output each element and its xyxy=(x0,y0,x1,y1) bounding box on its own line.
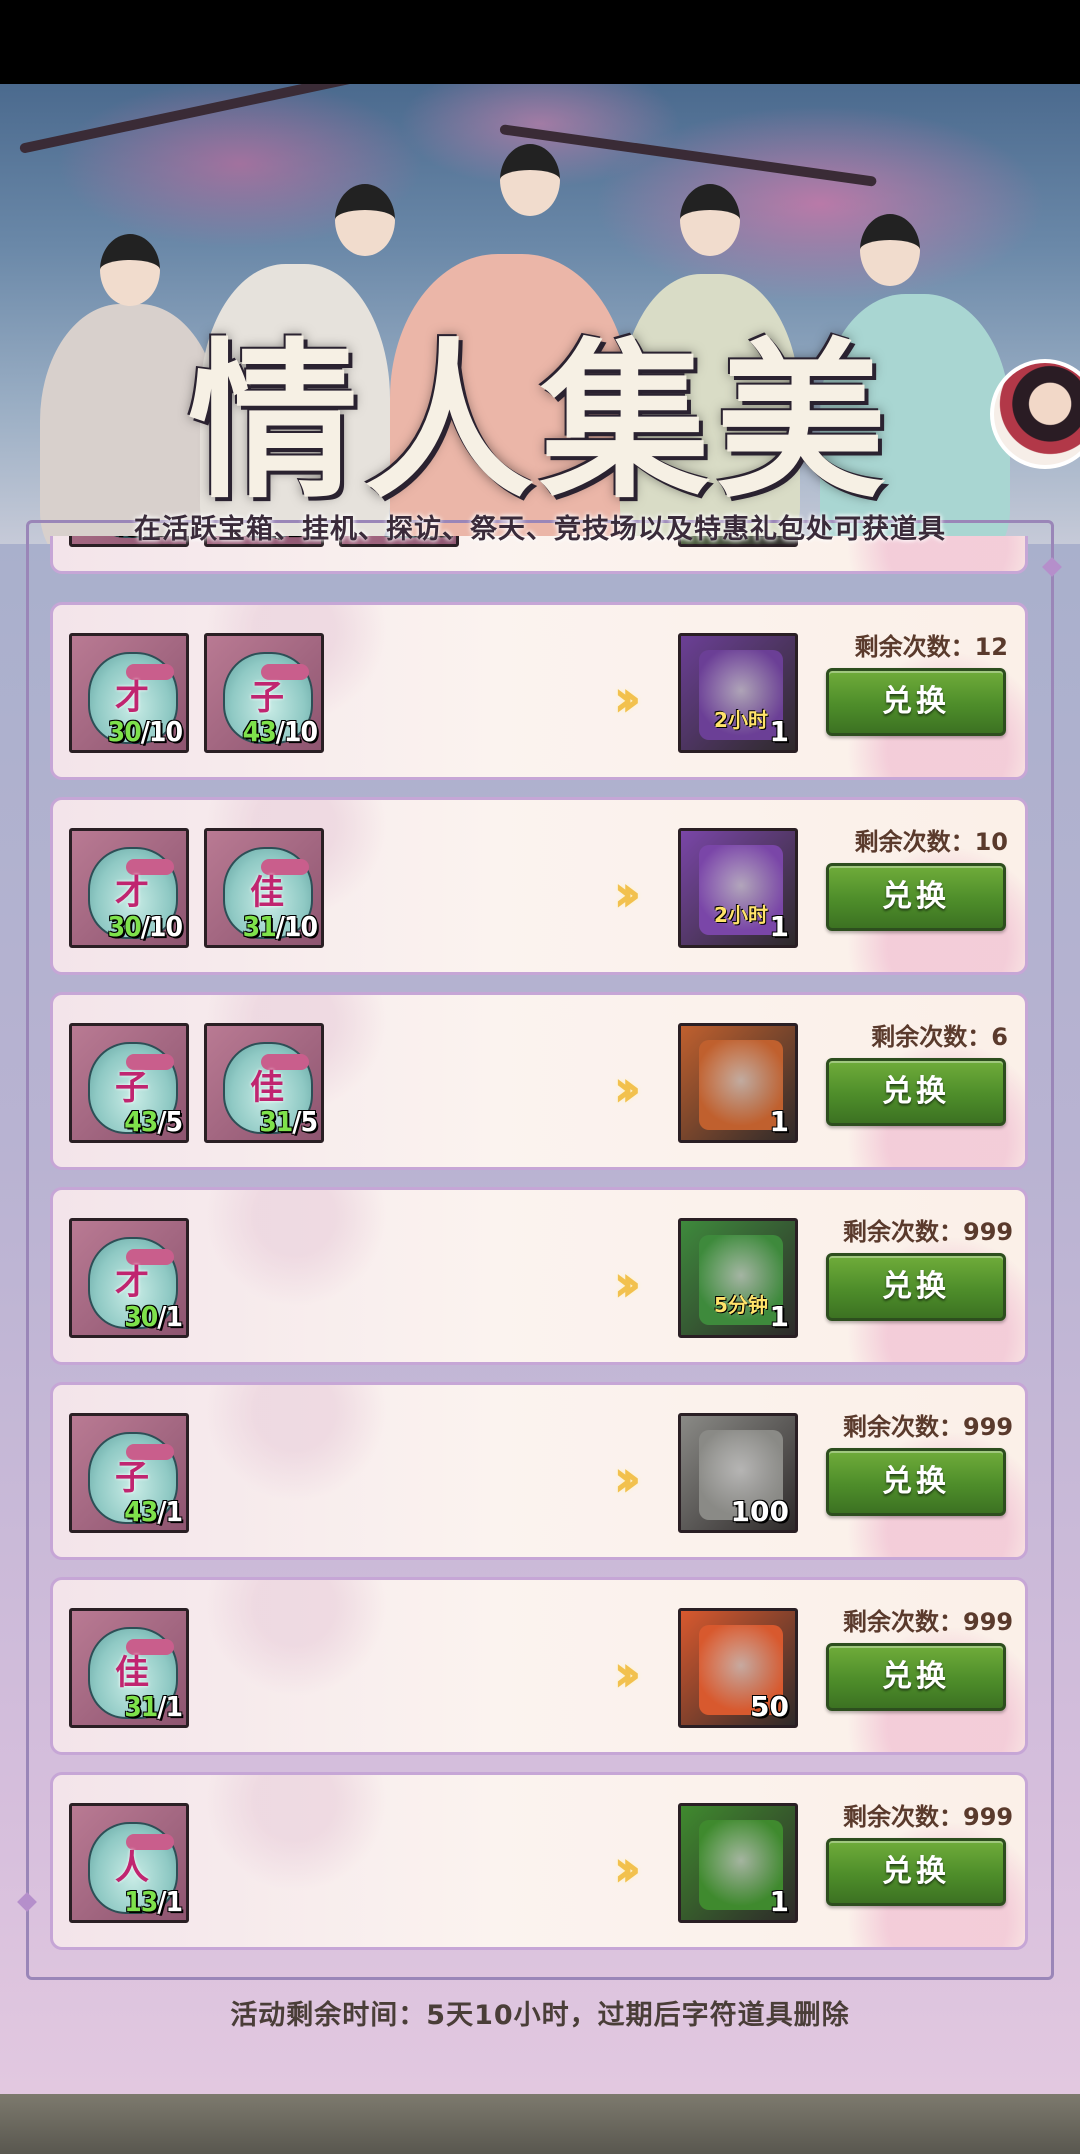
exchange-row: 才 30/1 ›› 5分钟 1 剩余次数：999 兑换 xyxy=(50,1187,1028,1365)
material-count: 43/10 xyxy=(242,715,318,748)
exchange-button[interactable]: 兑换 xyxy=(826,863,1006,931)
banner-subtitle: 在活跃宝箱、挂机、探访、祭天、竞技场以及特惠礼包处可获道具 xyxy=(134,514,946,545)
material-slot[interactable]: 子 43/5 xyxy=(69,1023,189,1143)
material-count: 31/5 xyxy=(259,1105,318,1138)
pouch-character: 佳 xyxy=(250,873,284,913)
exchange-button[interactable]: 兑换 xyxy=(826,1643,1006,1711)
double-chevron-right-icon: ›› xyxy=(613,1839,642,1899)
exchange-row: 才 30/10 佳 31/10 ›› 2小时 1 剩余次数：10 兑换 xyxy=(50,797,1028,975)
remaining-times: 剩余次数：999 xyxy=(843,1218,1014,1246)
reward-slot[interactable]: 1 xyxy=(678,1803,798,1923)
material-slot[interactable]: 才 30/10 xyxy=(69,633,189,753)
material-count: 43/1 xyxy=(124,1495,183,1528)
pouch-character: 才 xyxy=(115,678,149,718)
required-count: /10 xyxy=(275,715,318,748)
owned-count: 31 xyxy=(242,910,277,943)
exchange-button[interactable]: 兑换 xyxy=(826,1253,1006,1321)
owned-count: 31 xyxy=(259,1105,293,1138)
material-count: 30/1 xyxy=(124,1300,183,1333)
reward-count: 1 xyxy=(769,1300,789,1333)
material-count: 43/5 xyxy=(124,1105,183,1138)
reward-slot[interactable]: 1 xyxy=(678,1023,798,1143)
owned-count: 43 xyxy=(124,1495,158,1528)
owned-count: 43 xyxy=(242,715,277,748)
pouch-character: 才 xyxy=(115,1263,149,1303)
required-count: /10 xyxy=(275,910,318,943)
double-chevron-right-icon: ›› xyxy=(613,1449,642,1509)
reward-slot[interactable]: 50 xyxy=(678,1608,798,1728)
owned-count: 43 xyxy=(124,1105,158,1138)
reward-count: 1 xyxy=(769,1105,789,1138)
remaining-times: 剩余次数：999 xyxy=(843,1803,1014,1831)
owned-count: 30 xyxy=(124,1300,158,1333)
exchange-row: 佳 31/1 ›› 50 剩余次数：999 兑换 xyxy=(50,1577,1028,1755)
reward-slot[interactable]: 5分钟 1 xyxy=(678,1218,798,1338)
required-count: /1 xyxy=(157,1690,183,1723)
required-count: /1 xyxy=(157,1885,183,1918)
material-slot[interactable]: 子 43/10 xyxy=(204,633,324,753)
material-count: 31/1 xyxy=(124,1690,183,1723)
pouch-character: 子 xyxy=(115,1068,149,1108)
bottom-bar xyxy=(0,2094,1080,2154)
material-slot[interactable]: 佳 31/1 xyxy=(69,1608,189,1728)
material-slot[interactable]: 人 13/1 xyxy=(69,1803,189,1923)
exchange-row: 子 43/1 ›› 100 剩余次数：999 兑换 xyxy=(50,1382,1028,1560)
material-count: 31/10 xyxy=(242,910,318,943)
required-count: /1 xyxy=(157,1300,183,1333)
double-chevron-right-icon: ›› xyxy=(613,669,642,729)
exchange-button[interactable]: 兑换 xyxy=(826,1058,1006,1126)
pouch-character: 子 xyxy=(250,678,284,718)
event-remaining-time: 活动剩余时间：5天10小时，过期后字符道具删除 xyxy=(230,2000,850,2031)
double-chevron-right-icon: ›› xyxy=(613,1254,642,1314)
reward-count: 1 xyxy=(769,715,789,748)
owned-count: 31 xyxy=(124,1690,158,1723)
exchange-row: 子 43/5 佳 31/5 ›› 1 剩余次数：6 兑换 xyxy=(50,992,1028,1170)
pouch-character: 佳 xyxy=(250,1068,284,1108)
reward-count: 100 xyxy=(730,1495,789,1528)
material-count: 30/10 xyxy=(107,715,183,748)
remaining-times: 剩余次数：999 xyxy=(843,1413,1014,1441)
material-slot[interactable]: 子 43/1 xyxy=(69,1413,189,1533)
reward-slot[interactable]: 2小时 1 xyxy=(678,633,798,753)
reward-count: 1 xyxy=(769,1885,789,1918)
remaining-times: 剩余次数：6 xyxy=(871,1023,1008,1051)
exchange-list[interactable]: 43/1031/1013/2››10兑换才30/10子43/10››2小时1剩余… xyxy=(50,536,1030,1956)
material-count: 30/10 xyxy=(107,910,183,943)
exchange-row: 才 30/10 子 43/10 ›› 2小时 1 剩余次数：12 兑换 xyxy=(50,602,1028,780)
double-chevron-right-icon: ›› xyxy=(613,1059,642,1119)
owned-count: 30 xyxy=(107,715,142,748)
exchange-button[interactable]: 兑换 xyxy=(826,1838,1006,1906)
required-count: /10 xyxy=(140,910,183,943)
pouch-character: 人 xyxy=(115,1848,149,1888)
exchange-button[interactable]: 兑换 xyxy=(826,668,1006,736)
remaining-times: 剩余次数：999 xyxy=(843,1608,1014,1636)
pouch-character: 子 xyxy=(115,1458,149,1498)
owned-count: 30 xyxy=(107,910,142,943)
double-chevron-right-icon: ›› xyxy=(613,864,642,924)
material-slot[interactable]: 佳 31/5 xyxy=(204,1023,324,1143)
material-slot[interactable]: 佳 31/10 xyxy=(204,828,324,948)
remaining-times: 剩余次数：10 xyxy=(854,828,1008,856)
owned-count: 13 xyxy=(124,1885,158,1918)
remaining-times: 剩余次数：12 xyxy=(854,633,1008,661)
required-count: /10 xyxy=(140,715,183,748)
double-chevron-right-icon: ›› xyxy=(613,1644,642,1704)
reward-slot[interactable]: 100 xyxy=(678,1413,798,1533)
pouch-character: 佳 xyxy=(115,1653,149,1693)
reward-slot[interactable]: 2小时 1 xyxy=(678,828,798,948)
exchange-row: 人 13/1 ›› 1 剩余次数：999 兑换 xyxy=(50,1772,1028,1950)
material-slot[interactable]: 才 30/1 xyxy=(69,1218,189,1338)
required-count: /1 xyxy=(157,1495,183,1528)
required-count: /5 xyxy=(157,1105,183,1138)
required-count: /5 xyxy=(292,1105,318,1138)
reward-count: 50 xyxy=(750,1690,789,1723)
pouch-character: 才 xyxy=(115,873,149,913)
exchange-button[interactable]: 兑换 xyxy=(826,1448,1006,1516)
material-slot[interactable]: 才 30/10 xyxy=(69,828,189,948)
material-count: 13/1 xyxy=(124,1885,183,1918)
reward-count: 1 xyxy=(769,910,789,943)
